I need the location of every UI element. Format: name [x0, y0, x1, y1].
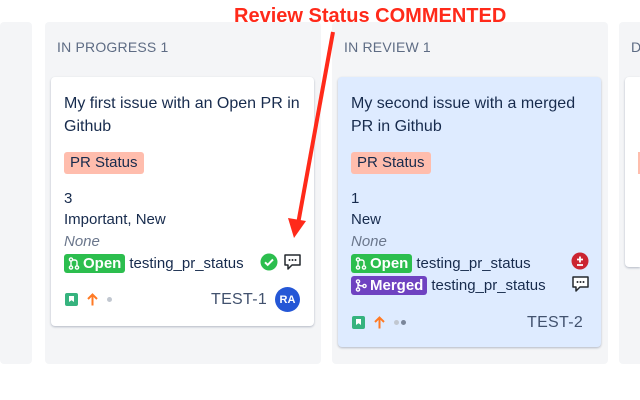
annotation-arrow	[288, 31, 335, 238]
